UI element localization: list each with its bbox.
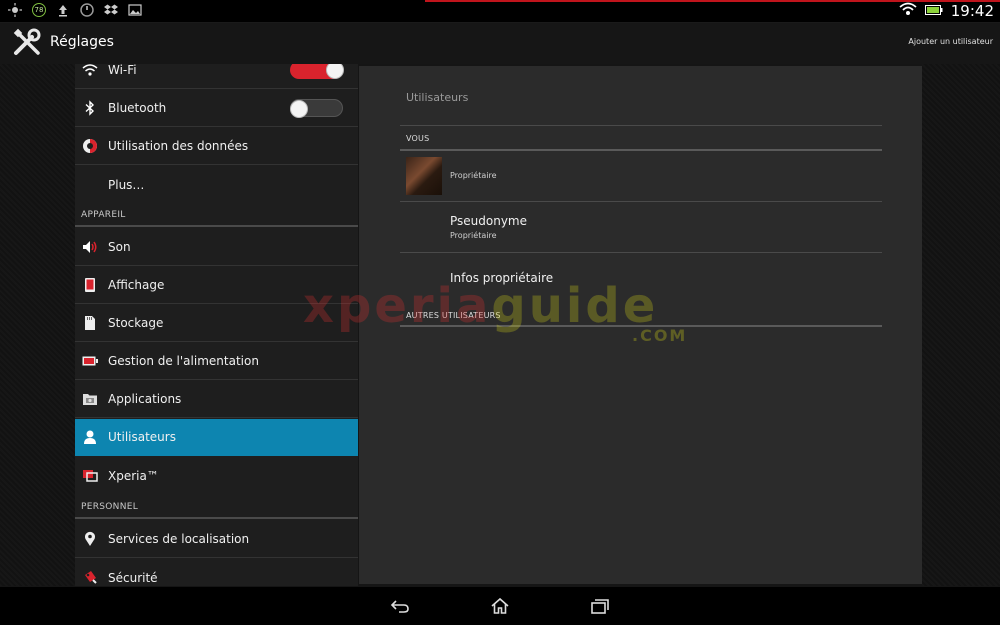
- back-icon[interactable]: [390, 597, 410, 615]
- divider: [400, 252, 882, 253]
- clock: 19:42: [950, 1, 994, 20]
- sidebar-item-label: Affichage: [108, 278, 165, 292]
- page-title: Utilisateurs: [406, 91, 469, 104]
- add-user-button[interactable]: Ajouter un utilisateur: [908, 37, 993, 46]
- home-icon[interactable]: [490, 597, 510, 615]
- sidebar-item-label: Bluetooth: [108, 101, 167, 115]
- section-header-you: VOUS: [406, 134, 430, 143]
- sun-icon: [8, 3, 22, 17]
- system-status: 19:42: [899, 1, 994, 20]
- bluetooth-toggle[interactable]: [290, 99, 343, 118]
- sidebar-item-label: Plus…: [108, 177, 145, 192]
- sidebar-item-label: Sécurité: [108, 570, 158, 585]
- pseudonym-subtitle: Propriétaire: [450, 231, 497, 240]
- sidebar-item-label: Services de localisation: [108, 532, 250, 546]
- sidebar-item-power[interactable]: Gestion de l'alimentation: [75, 343, 358, 380]
- navigation-bar: [0, 587, 1000, 625]
- wifi-signal-icon: [899, 1, 917, 20]
- watermark-part1: xperia: [303, 278, 492, 334]
- dropbox-icon: [104, 3, 118, 17]
- badge-78-icon: 78: [32, 3, 46, 17]
- lock-icon: [82, 569, 98, 585]
- sidebar-item-users[interactable]: Utilisateurs: [75, 419, 358, 456]
- sidebar-item-data-usage[interactable]: Utilisation des données: [75, 128, 358, 165]
- image-icon: [128, 3, 142, 17]
- battery-icon: [82, 353, 98, 369]
- sidebar-item-label: Applications: [108, 392, 182, 406]
- notification-icons: 78: [8, 3, 142, 17]
- upload-icon: [56, 3, 70, 17]
- pseudonym-title[interactable]: Pseudonyme: [450, 214, 527, 228]
- sidebar-item-xperia[interactable]: Xperia™: [75, 457, 358, 494]
- sidebar-item-wifi[interactable]: Wi-Fi: [75, 64, 358, 89]
- sidebar-item-label: Son: [108, 240, 131, 254]
- wifi-icon: [82, 64, 98, 78]
- sidebar-item-location[interactable]: Services de localisation: [75, 521, 358, 558]
- sidebar-item-label: Stockage: [108, 316, 164, 330]
- user-icon: [82, 429, 98, 445]
- sidebar-item-label: Wi-Fi: [108, 64, 137, 77]
- section-header-device: APPAREIL: [75, 205, 358, 227]
- xperia-icon: [82, 467, 98, 483]
- storage-icon: [82, 315, 98, 331]
- owner-label[interactable]: Propriétaire: [450, 171, 497, 180]
- action-bar: Réglages Ajouter un utilisateur: [0, 23, 1000, 64]
- wifi-toggle[interactable]: [290, 64, 344, 79]
- recent-apps-icon[interactable]: [590, 597, 610, 615]
- divider: [400, 149, 882, 151]
- speaker-icon: [82, 239, 98, 255]
- location-icon: [82, 531, 98, 547]
- sidebar-item-bluetooth[interactable]: Bluetooth: [75, 90, 358, 127]
- status-bar: 78 19:42: [0, 0, 1000, 23]
- divider: [400, 201, 882, 202]
- gauge-icon: [80, 3, 94, 17]
- section-header-personal: PERSONNEL: [75, 497, 358, 519]
- data-usage-icon: [82, 138, 98, 154]
- sidebar-item-label: Xperia™: [108, 468, 159, 483]
- watermark: xperiaguide: [303, 278, 658, 334]
- watermark-suffix: .COM: [632, 326, 688, 345]
- settings-tools-icon[interactable]: [12, 27, 44, 59]
- background-right: [922, 64, 1000, 586]
- sidebar-item-applications[interactable]: Applications: [75, 381, 358, 418]
- battery-charging-icon: [924, 1, 943, 20]
- owner-avatar[interactable]: [406, 157, 442, 195]
- divider: [400, 125, 882, 126]
- background-left: [0, 64, 75, 586]
- sidebar-item-label: Utilisation des données: [108, 139, 249, 153]
- app-title: Réglages: [50, 34, 114, 50]
- sidebar-item-sound[interactable]: Son: [75, 229, 358, 266]
- display-icon: [82, 277, 98, 293]
- bluetooth-icon: [82, 100, 98, 116]
- sidebar-item-more[interactable]: Plus…: [75, 166, 358, 203]
- applications-icon: [82, 391, 98, 407]
- sidebar-item-security[interactable]: Sécurité: [75, 559, 358, 586]
- sidebar-item-label: Gestion de l'alimentation: [108, 354, 259, 368]
- sidebar-item-label: Utilisateurs: [108, 430, 176, 444]
